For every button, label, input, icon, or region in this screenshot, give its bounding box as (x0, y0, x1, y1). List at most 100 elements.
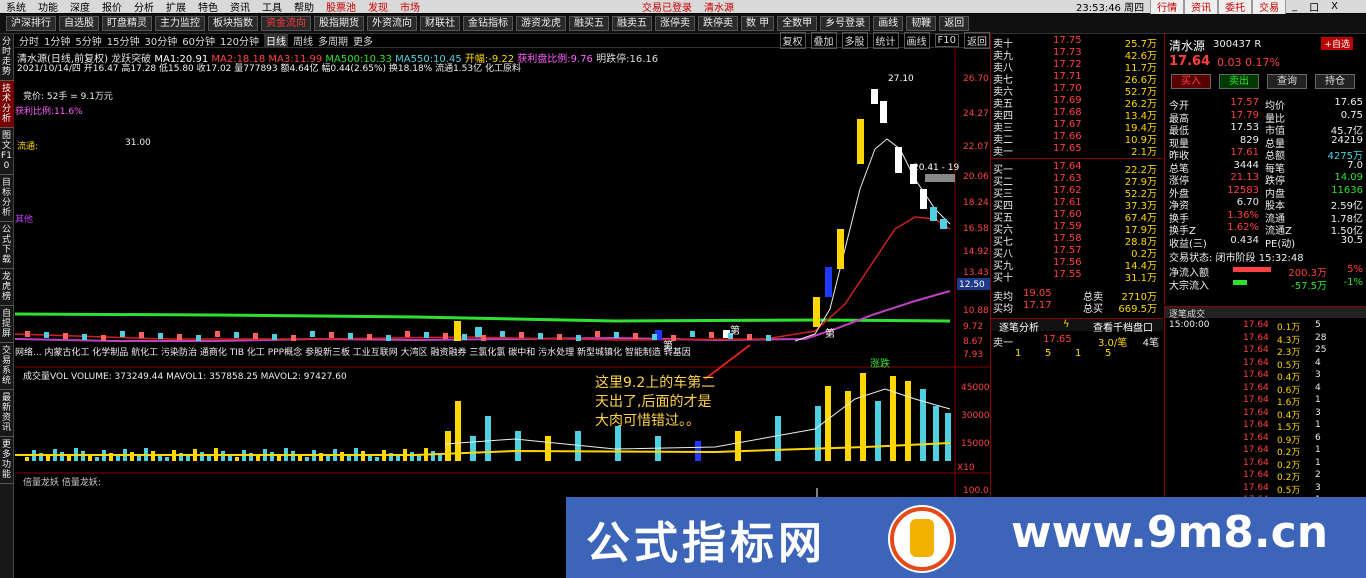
toolbar-button[interactable]: 自选股 (59, 16, 99, 31)
period-button[interactable]: 60分钟 (182, 33, 215, 48)
candle (747, 334, 752, 340)
stock-change: 0.03 0.17% (1217, 56, 1280, 69)
period-button[interactable]: 多周期 (318, 33, 348, 48)
chart-tool-button[interactable]: F10 (934, 34, 959, 47)
side-tab[interactable]: 目标分析 (0, 175, 14, 222)
tick-tab[interactable]: 逐笔分析 (999, 319, 1039, 334)
side-tab[interactable]: 技术分析 (0, 81, 14, 128)
toolbar-button[interactable]: 画线 (873, 16, 904, 31)
chart-tool-button[interactable]: 画线 (903, 32, 930, 49)
candle (576, 335, 581, 341)
menu-extra[interactable]: 市场 (394, 0, 426, 14)
menu-item[interactable]: 深度 (64, 0, 96, 14)
period-button[interactable]: 更多 (353, 33, 373, 48)
menu-item[interactable]: 分析 (128, 0, 160, 14)
toolbar-button[interactable]: 韧鞭 (906, 16, 937, 31)
side-tab[interactable]: 图文F10 (0, 128, 14, 175)
tick-price: 17.65 (1043, 334, 1072, 345)
toolbar-button[interactable]: 主力监控 (155, 16, 205, 31)
toolbar-button[interactable]: 涨停卖 (655, 16, 695, 31)
toolbar-button[interactable]: 沪深排行 (6, 16, 56, 31)
peak-label: 27.10 (888, 74, 914, 84)
menu-right-button[interactable]: 委托 (1218, 0, 1253, 15)
menu-item[interactable]: 帮助 (288, 0, 320, 14)
tick-num: 1 (1075, 348, 1082, 359)
menu-right-button[interactable]: 行情 (1150, 0, 1185, 15)
period-button[interactable]: 1分钟 (44, 33, 70, 48)
trade-button[interactable]: 持仓 (1315, 74, 1355, 89)
toolbar-button[interactable]: 融买五 (569, 16, 609, 31)
candle (538, 333, 543, 339)
quote-value: 30.5 (1340, 234, 1363, 246)
volume-bar (270, 452, 274, 461)
add-watchlist-button[interactable]: +自选 (1321, 37, 1353, 50)
side-tab[interactable]: 公式下载 (0, 222, 14, 269)
toolbar-button[interactable]: 乡号登录 (820, 16, 871, 31)
order-book-row: 卖一 17.65 2.1万 (993, 143, 1161, 158)
toolbar-button[interactable]: 板块指数 (208, 16, 258, 31)
volume-bar (375, 457, 379, 461)
side-tab[interactable]: 自提屏 (0, 306, 14, 343)
volume-bar (46, 456, 50, 461)
toolbar-button[interactable]: 跌停卖 (698, 16, 738, 31)
chart-tool-button[interactable]: 统计 (872, 32, 899, 49)
window-control[interactable]: 口 (1303, 0, 1325, 14)
toolbar-button[interactable]: 返回 (939, 16, 970, 31)
menu-item[interactable]: 报价 (96, 0, 128, 14)
menu-item[interactable]: 功能 (32, 0, 64, 14)
toolbar-button[interactable]: 资金流向 (261, 16, 311, 31)
level-price: 17.59 (1053, 221, 1082, 232)
window-control[interactable]: X (1325, 1, 1344, 12)
menu-extra[interactable]: 发现 (362, 0, 394, 14)
candle (462, 334, 467, 340)
toolbar-button[interactable]: 外资流向 (367, 16, 417, 31)
side-tab[interactable]: 最新资讯 (0, 390, 14, 437)
watermark-text: 公式指标网 (586, 518, 826, 569)
trade-button[interactable]: 卖出 (1219, 74, 1259, 89)
period-button[interactable]: 5分钟 (75, 33, 101, 48)
tick-avg: 3.0/笔 (1098, 338, 1128, 349)
period-button[interactable]: 日线 (264, 33, 289, 48)
menu-item[interactable]: 系统 (0, 0, 32, 14)
toolbar-button[interactable]: 全数甲 (777, 16, 818, 31)
menu-item[interactable]: 特色 (192, 0, 224, 14)
side-tab[interactable]: 龙虎榜 (0, 269, 14, 306)
candle (386, 335, 391, 341)
side-tab[interactable]: 交易系统 (0, 343, 14, 390)
period-button[interactable]: 分时 (19, 33, 39, 48)
window-control[interactable]: _ (1286, 1, 1303, 12)
period-button[interactable]: 15分钟 (107, 33, 140, 48)
trade-button[interactable]: 买入 (1171, 74, 1211, 89)
quote-value: 17.79 (1230, 109, 1259, 121)
chart-tool-button[interactable]: 多股 (841, 32, 868, 49)
menu-item[interactable]: 扩展 (160, 0, 192, 14)
quote-value: 17.53 (1230, 122, 1259, 133)
menu-extra[interactable]: 股票池 (320, 0, 362, 14)
chart-tool-button[interactable]: 复权 (779, 32, 806, 49)
tick-volume: 0.4万 (1277, 373, 1301, 383)
menu-item[interactable]: 工具 (256, 0, 288, 14)
side-tab[interactable]: 分时走势 (0, 34, 14, 81)
period-button[interactable]: 120分钟 (220, 33, 259, 48)
tick-tab[interactable]: ϟ (1063, 319, 1070, 330)
period-button[interactable]: 周线 (293, 33, 313, 48)
toolbar-button[interactable]: 财联社 (420, 16, 460, 31)
menu-right-button[interactable]: 交易 (1252, 0, 1287, 15)
quote-value: 21.13 (1230, 172, 1259, 183)
trade-button[interactable]: 查询 (1267, 74, 1307, 89)
side-tab[interactable]: 更多功能 (0, 437, 14, 484)
quote-value: 1.36% (1227, 209, 1259, 221)
volume-bar (431, 451, 435, 461)
menu-right-button[interactable]: 资讯 (1184, 0, 1219, 15)
toolbar-button[interactable]: 数 甲 (741, 16, 775, 31)
toolbar-button[interactable]: 游资龙虎 (516, 16, 566, 31)
toolbar-button[interactable]: 融卖五 (612, 16, 652, 31)
tick-tab[interactable]: 查看千档盘口 (1093, 319, 1153, 334)
toolbar-button[interactable]: 股指期货 (314, 16, 364, 31)
period-button[interactable]: 30分钟 (144, 33, 177, 48)
menu-item[interactable]: 资讯 (224, 0, 256, 14)
chart-tool-button[interactable]: 叠加 (810, 32, 837, 49)
toolbar-button[interactable]: 金钻指标 (463, 16, 513, 31)
chart-tool-button[interactable]: 返回 (964, 32, 990, 49)
toolbar-button[interactable]: 盯盘精灵 (102, 16, 152, 31)
